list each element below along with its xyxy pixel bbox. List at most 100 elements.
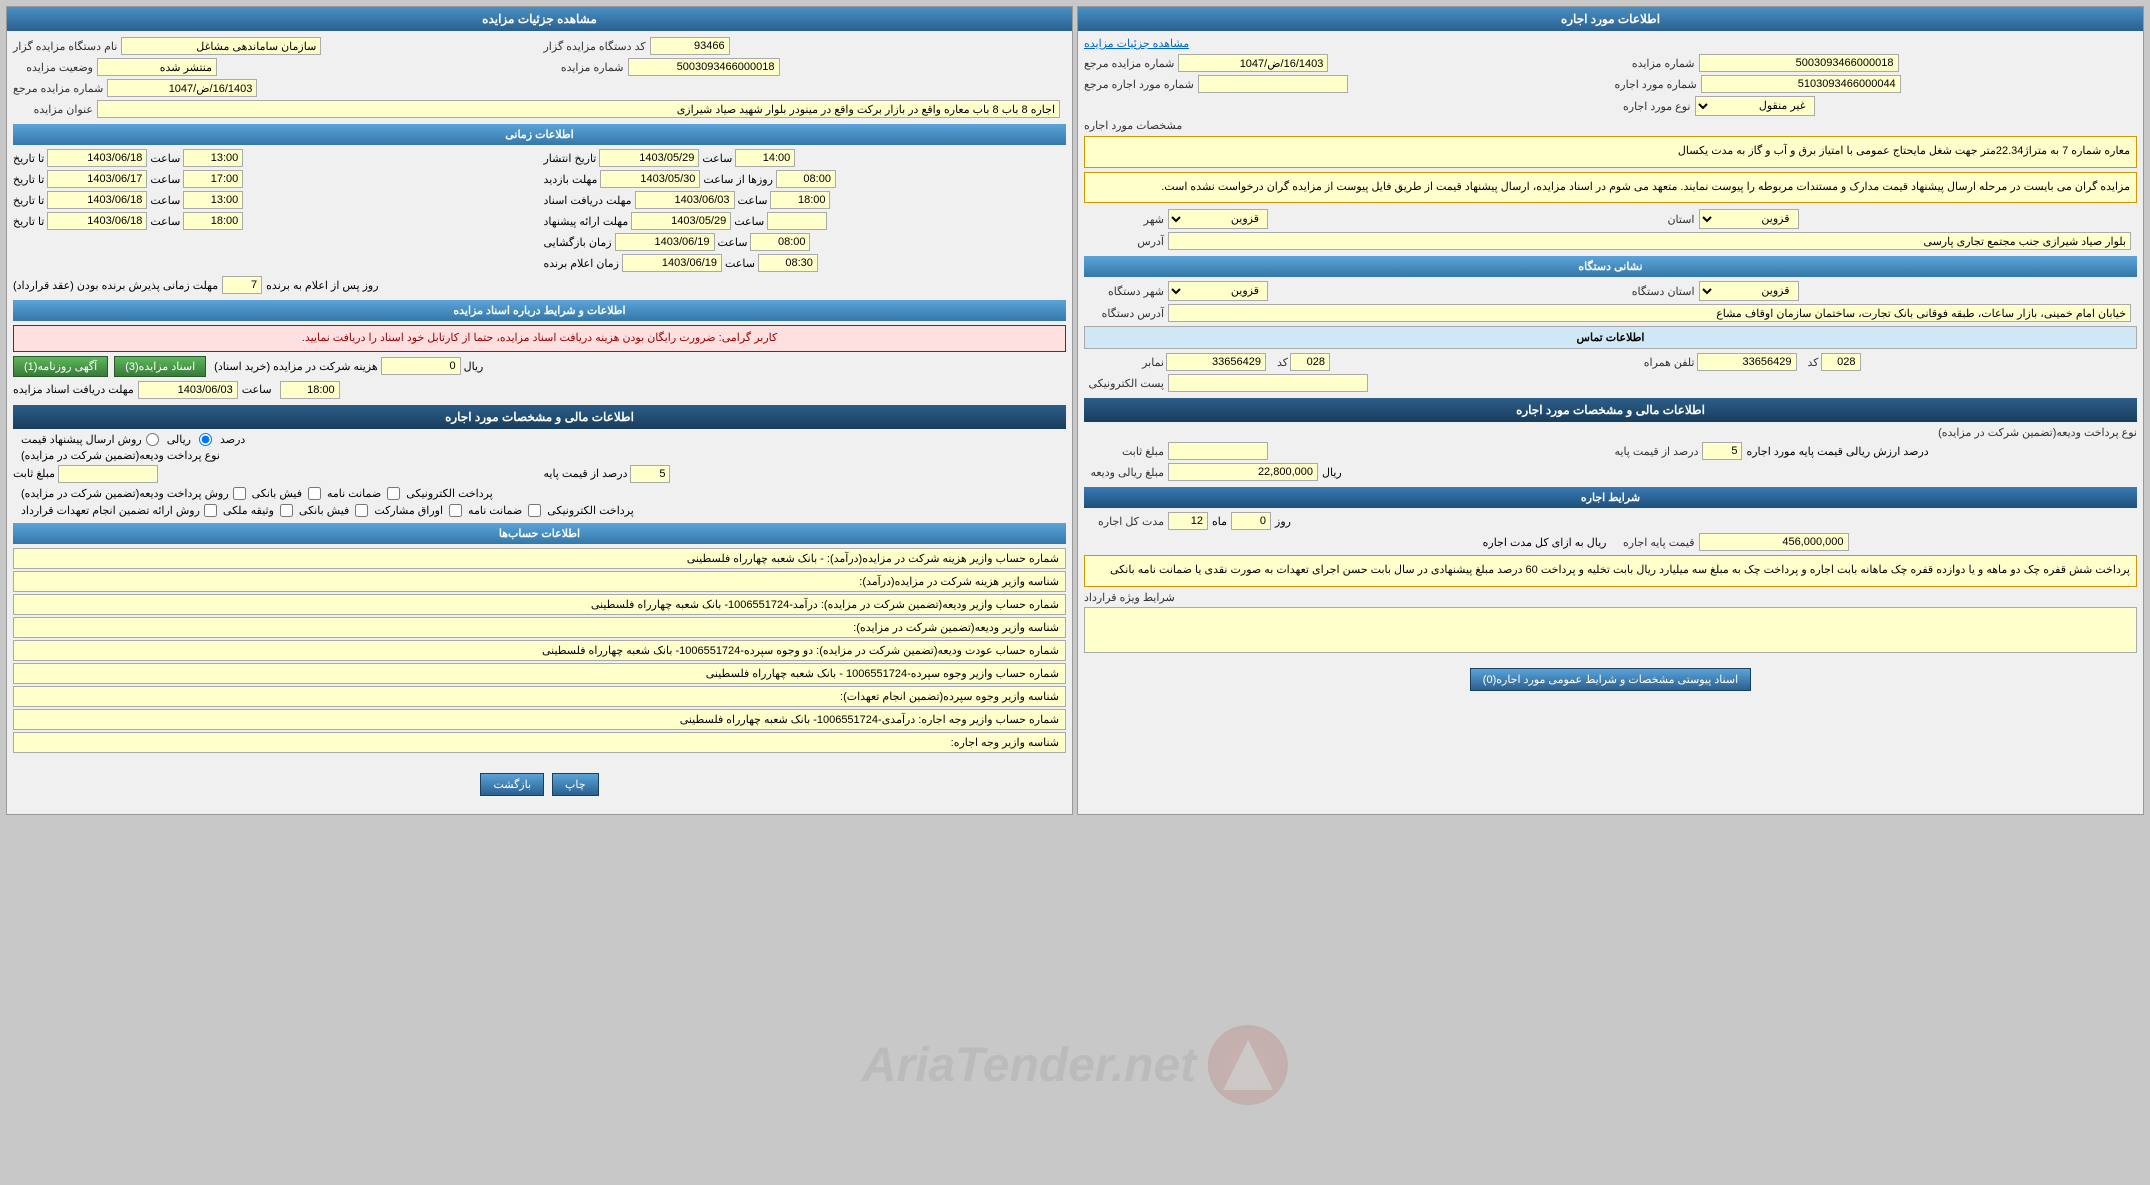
rial-asnad: ریال [464,360,484,373]
fax-input[interactable] [1166,353,1266,371]
gharardad-elect-check[interactable] [528,504,541,517]
condition-text-box: پرداخت شش قفره چک دو ماهه و یا دوازده قف… [1084,555,2137,587]
email-input[interactable] [1168,374,1368,392]
radio-riyali[interactable] [146,433,159,446]
shahr-label: شهر [1084,213,1164,226]
daryaft-to-time-input[interactable] [183,191,243,209]
mazayade-marja-label: شماره مزایده مرجع [1084,57,1174,70]
adress-device-input[interactable] [1168,304,2131,322]
araie-from-input[interactable] [631,212,731,230]
zamani-header: اطلاعات زمانی [13,124,1066,145]
ejaare-marja-input[interactable] [1198,75,1348,93]
bazgoshaii-time-label: ساعت [718,236,748,249]
mablagh-sabt-input[interactable] [1168,442,1268,460]
enteshar-to-label: تا تاریخ [13,152,44,165]
mazayade-number-r-input[interactable] [628,58,780,76]
now-type-label: نوع مورد اجاره [1611,100,1691,113]
mablagh-sabt-input-r[interactable] [58,465,158,483]
ravesh-gharardad-label: روش ارائه تضمین انجام تعهدات قرارداد [21,504,200,517]
ravesh-label: روش ارسال پیشنهاد قیمت [21,433,142,446]
mohlat-time-label: روزها از ساعت [703,173,773,186]
agahi-btn[interactable]: آگهی روزنامه(1) [13,356,108,377]
vathiqe-label: وثیقه ملکی [223,504,274,517]
araie-time-input[interactable] [767,212,827,230]
enteshar-to-input[interactable] [47,149,147,167]
darsad-input-left[interactable] [1702,442,1742,460]
now-type-select[interactable]: غیر منقول [1695,96,1815,116]
vaziat-input[interactable] [97,58,217,76]
special-cond-textarea[interactable] [1084,607,2137,653]
modat-roz-input[interactable] [1231,512,1271,530]
mohlat-from-input[interactable] [600,170,700,188]
ostan-select[interactable]: قزوین [1699,209,1799,229]
gharardad-zamanat-check[interactable] [449,504,462,517]
mohlat-time-input[interactable] [776,170,836,188]
mohlat-to-input[interactable] [47,170,147,188]
adress-input[interactable] [1168,232,2131,250]
darsad-input-r[interactable] [630,465,670,483]
special-cond-label: شرایط ویژه قرارداد [1084,591,1175,604]
pardakht-elect-check[interactable] [387,487,400,500]
mablagh-riyali-input[interactable] [1168,463,1318,481]
account-row-1: شناسه وازیر هزینه شرکت در مزایده(درآمد): [13,571,1066,592]
finance-header: اطلاعات مالی و مشخصات مورد اجاره [1084,398,2137,422]
mohlat-gharardad-input[interactable] [222,276,262,294]
vathiqe-check[interactable] [204,504,217,517]
daryaft-from-input[interactable] [635,191,735,209]
zamanat-check[interactable] [308,487,321,500]
tel-label: تلفن همراه [1615,356,1695,369]
fax-code-input[interactable] [1290,353,1330,371]
ostan-device-select[interactable]: قزوین [1699,281,1799,301]
modat-mah-input[interactable] [1168,512,1208,530]
mablagh-sabt-label: مبلغ ثابت [1084,445,1164,458]
ooragh-check[interactable] [355,504,368,517]
elam-time-input[interactable] [758,254,818,272]
araie-to-input[interactable] [47,212,147,230]
daryaft-time-input[interactable] [770,191,830,209]
mohlat-daryaft-time-input[interactable] [280,381,340,399]
account-row-7: شماره حساب وازیر وجه اجاره: درآمدی-10065… [13,709,1066,730]
conditions-header: شرایط اجاره [1084,487,2137,508]
araie-time-label: ساعت [734,215,764,228]
elam-label: زمان اعلام برنده [544,257,619,270]
mablagh-sabt-label-r: مبلغ ثابت [13,467,55,480]
mazayade-number-input[interactable] [1699,54,1899,72]
bazgoshaii-time-input[interactable] [750,233,810,251]
asnad-mazayade-btn[interactable]: اسناد مزایده(3) [114,356,206,377]
mazayade-marja-input[interactable] [1178,54,1328,72]
mohlat-daryaft-to-input[interactable] [138,381,238,399]
gharardad-elect-label: پرداخت الکترونیکی [547,504,634,517]
kod-input[interactable] [650,37,730,55]
elam-from-input[interactable] [622,254,722,272]
tel-input[interactable] [1697,353,1797,371]
araie-to-label: تا تاریخ [13,215,44,228]
print-button[interactable]: چاپ [552,773,599,796]
gharardad-fish-check[interactable] [280,504,293,517]
daryaft-label: مهلت دریافت اسناد [544,194,632,207]
gharardad-input[interactable] [1699,533,1849,551]
radio-darsad[interactable] [199,433,212,446]
mohlat-to-time-input[interactable] [183,170,243,188]
mazayade-marja-r-label: شماره مزایده مرجع [13,82,103,95]
enteshar-to-time-input[interactable] [183,149,243,167]
shahr-device-select[interactable]: قزوین [1168,281,1268,301]
asnad-button[interactable]: اسناد پیوستی مشخصات و شرایط عمومی مورد ا… [1470,668,1751,691]
mazayade-detail-link[interactable]: مشاهده جزئیات مزایده [1084,37,2137,50]
zamanat-label: ضمانت نامه [327,487,381,500]
fish-check[interactable] [233,487,246,500]
tel-code-input[interactable] [1821,353,1861,371]
bazgoshaii-from-input[interactable] [615,233,715,251]
mohlat-to-label: تا تاریخ [13,173,44,186]
enteshar-time-input[interactable] [735,149,795,167]
enteshar-from-input[interactable] [599,149,699,167]
name-input-r[interactable] [121,37,321,55]
onnvan-input[interactable] [97,100,1060,118]
back-button[interactable]: بازگشت [480,773,544,796]
mazayade-marja-r-input[interactable] [107,79,257,97]
shahr-select[interactable]: قزوین [1168,209,1268,229]
daryaft-to-input[interactable] [47,191,147,209]
araie-to-time-input[interactable] [183,212,243,230]
tel-code-label: کد [1799,356,1819,369]
hazine-input[interactable] [381,357,461,375]
ejaare-number-input[interactable] [1701,75,1901,93]
